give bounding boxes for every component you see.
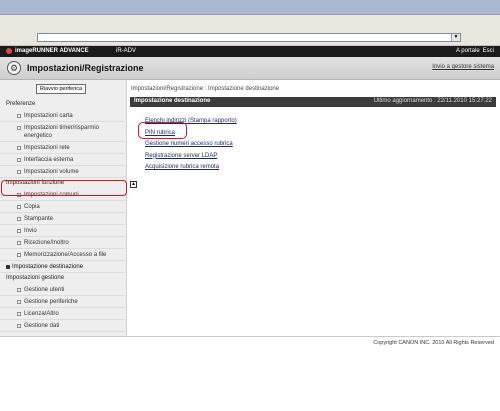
sidebar-item-label: Impostazioni rete — [24, 145, 70, 151]
sidebar-item-send[interactable]: Invio — [0, 225, 127, 237]
brand-logo-icon — [6, 48, 12, 54]
sidebar-item-receive-forward[interactable]: Ricezione/Inoltro — [0, 237, 127, 249]
banner-links: A portale Esci — [456, 48, 494, 54]
settings-gear-icon: ⚙ — [7, 61, 21, 75]
highlight-ring-pin-link — [138, 122, 187, 139]
main-content: Impostazioni/Registrazione : Impostazion… — [127, 80, 500, 336]
copyright: Copyright CANON INC. 2010 All Rights Res… — [373, 340, 494, 346]
ldap-server-link[interactable]: Registrazione server LDAP — [145, 151, 237, 163]
address-bar[interactable]: ▼ — [37, 33, 461, 42]
restart-device-button[interactable]: Riavvio periferica — [36, 84, 86, 94]
bullet-icon — [17, 170, 21, 174]
bullet-icon — [17, 126, 21, 130]
sidebar-item-label: Memorizzazione/Accesso a file — [24, 252, 107, 258]
app-banner: imageRUNNER ADVANCE iR-ADV A portale Esc… — [0, 46, 500, 57]
sidebar-item-user-management[interactable]: Gestione utenti — [0, 284, 127, 296]
sidebar-item-license-other[interactable]: Licenza/Altro — [0, 308, 127, 320]
sidebar-item-label: Gestione dati — [24, 323, 60, 329]
address-dropdown-icon[interactable]: ▼ — [451, 34, 460, 41]
sidebar-item-destination-settings[interactable]: Impostazione destinazione — [0, 261, 127, 273]
access-numbers-link[interactable]: Gestione numeri accesso rubrica — [145, 139, 237, 151]
sidebar-item-device-management[interactable]: Gestione periferiche — [0, 296, 127, 308]
sidebar-item-paper-settings[interactable]: Impostazioni carta — [0, 110, 127, 122]
sidebar-item-label: Interfaccia esterna — [24, 157, 74, 163]
portal-link[interactable]: A portale — [456, 48, 480, 54]
sidebar-section-preferences: Preferenze — [6, 101, 36, 107]
selected-bullet-icon — [6, 265, 10, 269]
bullet-icon — [17, 300, 21, 304]
page-title-bar: ⚙ Impostazioni/Registrazione Invio a ges… — [0, 57, 500, 80]
sidebar-item-label: Gestione utenti — [24, 287, 65, 293]
scroll-to-top-icon[interactable]: ▲ — [130, 181, 137, 188]
sidebar-item-label: Gestione periferiche — [24, 299, 78, 305]
bullet-icon — [17, 217, 21, 221]
bullet-icon — [17, 241, 21, 245]
sidebar-item-external-interface[interactable]: Interfaccia esterna — [0, 154, 127, 166]
sidebar-item-label: Impostazioni volume — [24, 169, 79, 175]
bullet-icon — [17, 229, 21, 233]
bullet-icon — [17, 158, 21, 162]
last-update-timestamp: Ultimo aggiornamento : 22/11.2010 15:27:… — [373, 98, 492, 104]
page-title: Impostazioni/Registrazione — [27, 63, 144, 73]
footer: Copyright CANON INC. 2010 All Rights Res… — [0, 336, 500, 411]
sidebar-item-store-access-files[interactable]: Memorizzazione/Accesso a file — [0, 249, 127, 261]
sidebar-item-volume-settings[interactable]: Impostazioni volume — [0, 166, 127, 178]
sidebar-section-management-settings: Impostazioni gestione — [6, 275, 65, 281]
sidebar-item-label: Copia — [24, 204, 40, 210]
sidebar-item-copy[interactable]: Copia — [0, 201, 127, 213]
browser-toolbar: ▼ — [0, 15, 500, 46]
browser-title-strip — [0, 0, 500, 15]
bullet-icon — [17, 324, 21, 328]
sidebar-item-network-settings[interactable]: Impostazioni rete — [0, 142, 127, 154]
brand: imageRUNNER ADVANCE — [6, 48, 89, 54]
remote-address-book-link[interactable]: Acquisizione rubrica remota — [145, 162, 237, 174]
sidebar-item-label: Impostazioni carta — [24, 113, 73, 119]
sidebar: Riavvio periferica Preferenze Impostazio… — [0, 80, 127, 336]
bullet-icon — [17, 114, 21, 118]
breadcrumb: Impostazioni/Registrazione : Impostazion… — [131, 86, 280, 92]
logout-link[interactable]: Esci — [483, 48, 494, 54]
bullet-icon — [17, 312, 21, 316]
highlight-ring-sidebar — [1, 180, 127, 196]
sidebar-item-label: Stampante — [24, 216, 54, 222]
sidebar-item-label: Invio — [24, 228, 37, 234]
sidebar-item-label: Ricezione/Inoltro — [24, 240, 69, 246]
device-model: iR-ADV — [116, 48, 137, 54]
sidebar-item-label: Impostazioni timer/risparmio energetico — [24, 125, 100, 139]
sidebar-item-label: Impostazione destinazione — [12, 264, 84, 270]
goto-system-manager-link[interactable]: Invio a gestore sistema — [432, 64, 494, 70]
bullet-icon — [17, 146, 21, 150]
sidebar-item-printer[interactable]: Stampante — [0, 213, 127, 225]
sidebar-menu: Preferenze Impostazioni carta Impostazio… — [0, 99, 127, 332]
sidebar-item-label: Licenza/Altro — [24, 311, 59, 317]
section-title: Impostazione destinazione — [134, 98, 211, 104]
bullet-icon — [17, 288, 21, 292]
bullet-icon — [17, 253, 21, 257]
section-header-bar: Impostazione destinazione Ultimo aggiorn… — [130, 97, 496, 107]
sidebar-item-data-management[interactable]: Gestione dati — [0, 320, 127, 332]
brand-name: imageRUNNER ADVANCE — [15, 48, 89, 54]
sidebar-item-timer-settings[interactable]: Impostazioni timer/risparmio energetico — [0, 122, 127, 142]
bullet-icon — [17, 205, 21, 209]
